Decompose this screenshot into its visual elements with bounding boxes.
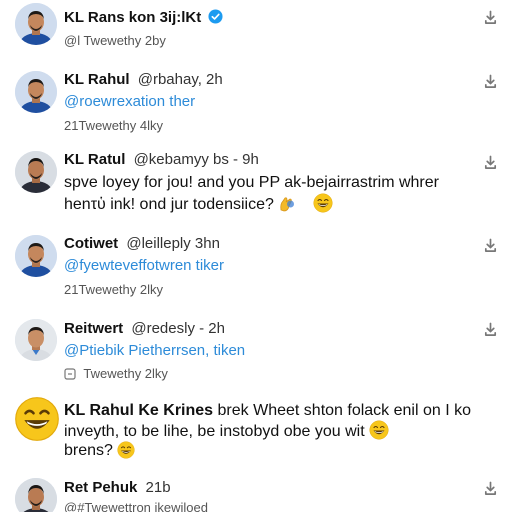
tweet-meta: @#Twewettron ikewiloed: [64, 500, 208, 512]
user-handle: 21b: [145, 479, 171, 496]
user-name[interactable]: Ret Pehuk: [64, 479, 137, 496]
tweet-header: Cotiwet @leilleply 3hn: [64, 235, 220, 252]
avatar[interactable]: [15, 319, 57, 361]
tweet-header: Reitwert @redesly - 2h: [64, 320, 225, 337]
mention-link[interactable]: @fyewteveffotwren tiker: [64, 257, 224, 274]
user-name[interactable]: KL Ratul: [64, 151, 125, 168]
share-icon[interactable]: [482, 237, 498, 253]
avatar[interactable]: [15, 478, 57, 512]
mention-link[interactable]: @roewrexation ther: [64, 93, 195, 110]
grinning-face-emoji: [117, 441, 135, 465]
mention-link[interactable]: @Ptiebik Pietherrsen, tiken: [64, 342, 245, 359]
avatar[interactable]: [15, 71, 57, 113]
tweet-text-line: inveyth, to be lihe, be instobyd obe you…: [64, 423, 365, 440]
tweet-text-line: KL Rahul Ke Krines brek Wheet shton fola…: [64, 400, 471, 421]
tweet-header: KL Rans kon 3ij:lKt: [64, 9, 223, 28]
tweet-meta: 21Twewethy 4lky: [64, 118, 163, 133]
share-icon[interactable]: [482, 480, 498, 496]
avatar[interactable]: [15, 151, 57, 193]
grinning-face-emoji: [313, 193, 333, 219]
user-name[interactable]: Reitwert: [64, 320, 123, 337]
share-icon[interactable]: [482, 154, 498, 170]
grinning-face-emoji: [14, 396, 60, 442]
user-name[interactable]: KL Rans kon 3ij:lKt: [64, 9, 201, 26]
tweet-header: KL Ratul @kebamyy bs - 9h: [64, 151, 259, 168]
grinning-face-emoji: [369, 420, 389, 446]
tweet-text-line-with-emoji: brens?: [64, 440, 135, 465]
hand-emoji-icon: [278, 195, 295, 219]
tweet-header: Ret Pehuk 21b: [64, 479, 171, 496]
share-icon[interactable]: [482, 73, 498, 89]
user-handle: @redesly - 2h: [131, 320, 225, 337]
avatar[interactable]: [15, 235, 57, 277]
share-icon[interactable]: [482, 321, 498, 337]
tweet-text-line: brens?: [64, 442, 113, 459]
user-name[interactable]: Cotiwet: [64, 235, 118, 252]
tweet-text-line: henτὑ ink! ond jur todensiice?: [64, 196, 274, 213]
user-name[interactable]: KL Rahul: [64, 71, 130, 88]
tweet-text: brek Wheet shton folack enil on I ko: [217, 402, 471, 419]
user-handle: @leilleply 3hn: [126, 235, 220, 252]
tweet-meta: Twewethy 2lky: [64, 366, 168, 383]
tweet-text-line-with-emoji: henτὑ ink! ond jur todensiice?: [64, 193, 333, 219]
tweet-meta: 21Twewethy 2lky: [64, 282, 163, 297]
verified-badge-icon: [208, 9, 223, 28]
tweet-header: KL Rahul @rbahay, 2h: [64, 71, 223, 88]
tweet-text-line: spve loyey for jou! and you PP ak-bejair…: [64, 174, 439, 191]
user-name[interactable]: KL Rahul Ke Krines: [64, 402, 213, 419]
share-icon[interactable]: [482, 9, 498, 25]
retweet-icon: [64, 368, 76, 383]
user-handle: @rbahay, 2h: [137, 71, 223, 88]
tweet-meta: @l Twewethy 2by: [64, 33, 166, 48]
avatar[interactable]: [15, 3, 57, 45]
user-handle: @kebamyy bs - 9h: [133, 151, 259, 168]
tweet-meta-text: Twewethy 2lky: [83, 366, 168, 381]
tweet-feed: KL Rans kon 3ij:lKt @l Twewethy 2by KL R…: [0, 0, 512, 512]
